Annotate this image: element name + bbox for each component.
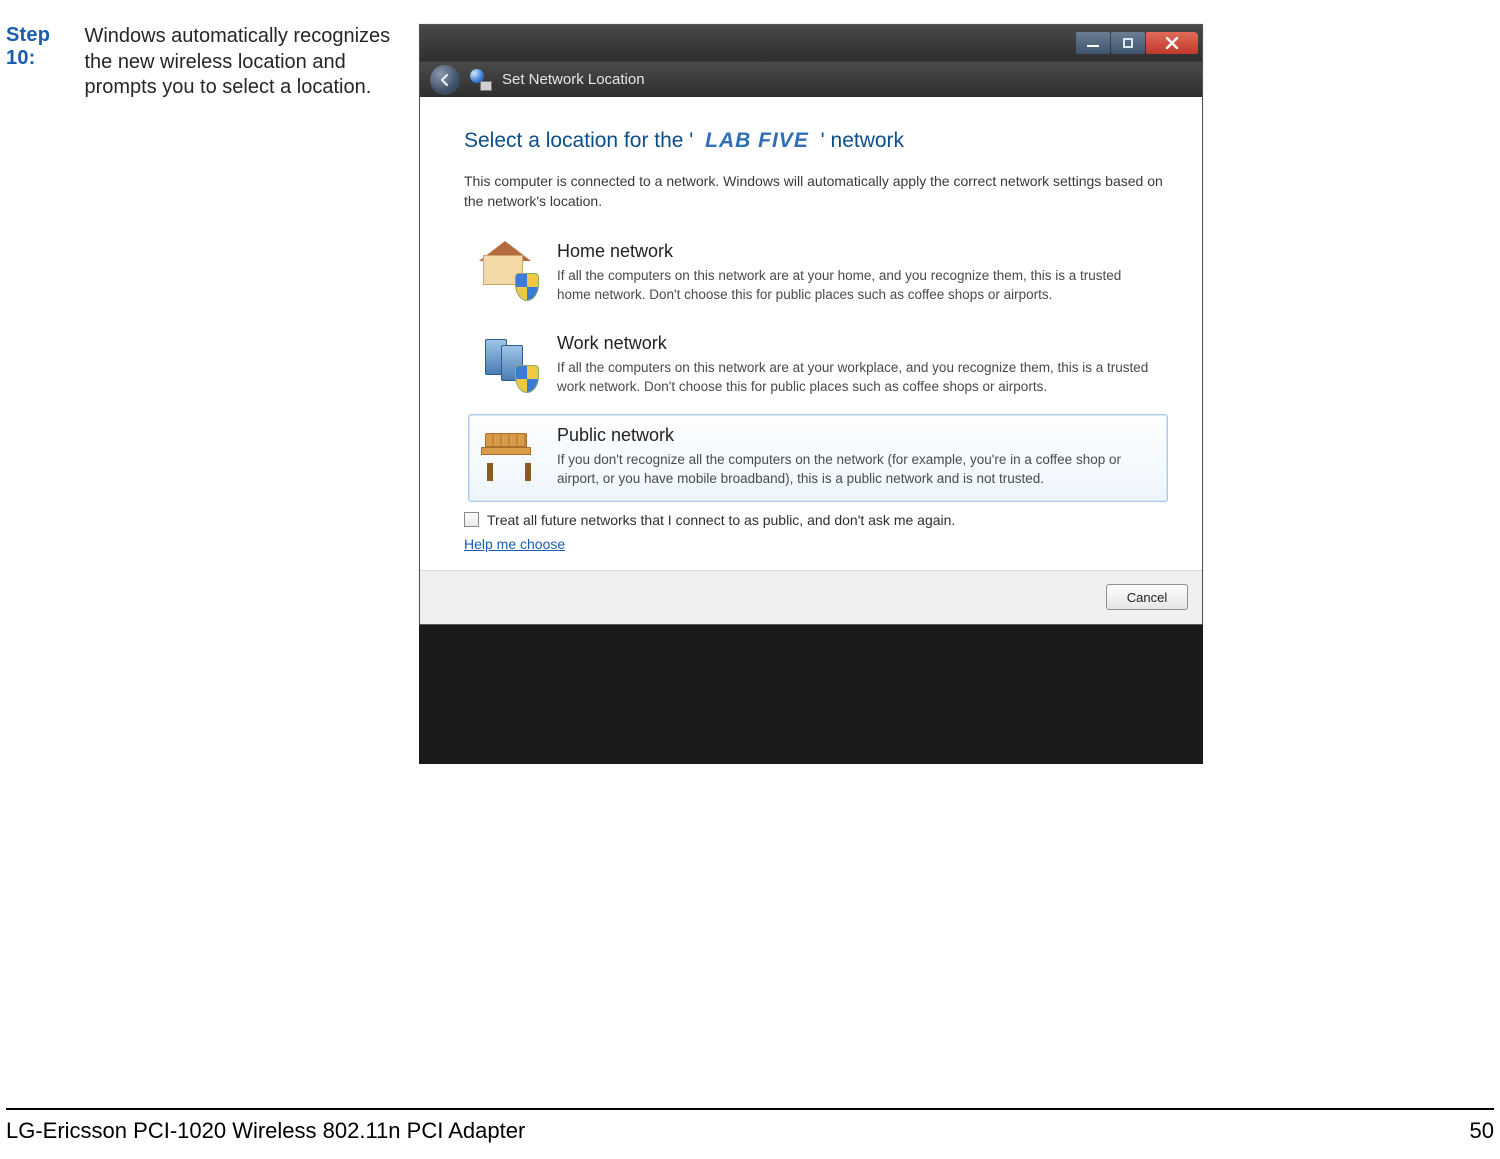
home-network-icon [479, 241, 539, 301]
maximize-icon [1123, 38, 1133, 48]
cancel-button[interactable]: Cancel [1106, 584, 1188, 610]
option-public-network[interactable]: Public network If you don't recognize al… [468, 414, 1168, 502]
footer-product: LG-Ericsson PCI-1020 Wireless 802.11n PC… [6, 1118, 525, 1144]
future-networks-checkbox[interactable] [464, 512, 479, 527]
close-button[interactable] [1146, 32, 1198, 54]
option-home-network[interactable]: Home network If all the computers on thi… [468, 230, 1168, 318]
work-network-icon [479, 333, 539, 393]
maximize-button[interactable] [1111, 32, 1145, 54]
option-title: Public network [557, 425, 1157, 446]
dialog-content: Select a location for the ' LAB FIVE ' n… [420, 97, 1202, 570]
network-location-icon [470, 69, 492, 91]
window-title: Set Network Location [502, 71, 645, 88]
page-footer: LG-Ericsson PCI-1020 Wireless 802.11n PC… [6, 1118, 1494, 1144]
footer-rule [6, 1108, 1494, 1110]
help-me-choose-link[interactable]: Help me choose [464, 536, 565, 552]
future-networks-label: Treat all future networks that I connect… [487, 512, 955, 528]
option-desc: If you don't recognize all the computers… [557, 450, 1157, 489]
future-networks-row: Treat all future networks that I connect… [464, 512, 1168, 528]
option-title: Work network [557, 333, 1157, 354]
step-text: Windows automatically recognizes the new… [84, 24, 402, 101]
network-options: Home network If all the computers on thi… [468, 230, 1168, 502]
option-desc: If all the computers on this network are… [557, 358, 1157, 397]
back-arrow-icon [438, 73, 452, 87]
option-desc: If all the computers on this network are… [557, 266, 1157, 305]
step-instruction: Step 10: Windows automatically recognize… [6, 24, 410, 101]
dialog-heading: Select a location for the ' LAB FIVE ' n… [464, 129, 1168, 153]
step-label: Step 10: [6, 24, 80, 70]
window-subbar: Set Network Location [420, 61, 1202, 97]
option-work-network[interactable]: Work network If all the computers on thi… [468, 322, 1168, 410]
heading-network-name: LAB FIVE [699, 129, 815, 152]
back-button[interactable] [430, 65, 460, 95]
set-network-location-dialog: Set Network Location Select a location f… [419, 24, 1203, 625]
footer-page-number: 50 [1470, 1118, 1494, 1144]
option-title: Home network [557, 241, 1157, 262]
heading-prefix: Select a location for the ' [464, 129, 693, 152]
minimize-icon [1087, 45, 1099, 47]
minimize-button[interactable] [1076, 32, 1110, 54]
heading-suffix: ' network [821, 129, 904, 152]
dialog-button-bar: Cancel [420, 570, 1202, 624]
window-titlebar[interactable] [420, 25, 1202, 61]
public-network-icon [479, 425, 539, 485]
dialog-intro: This computer is connected to a network.… [464, 171, 1168, 212]
close-icon [1165, 36, 1179, 50]
